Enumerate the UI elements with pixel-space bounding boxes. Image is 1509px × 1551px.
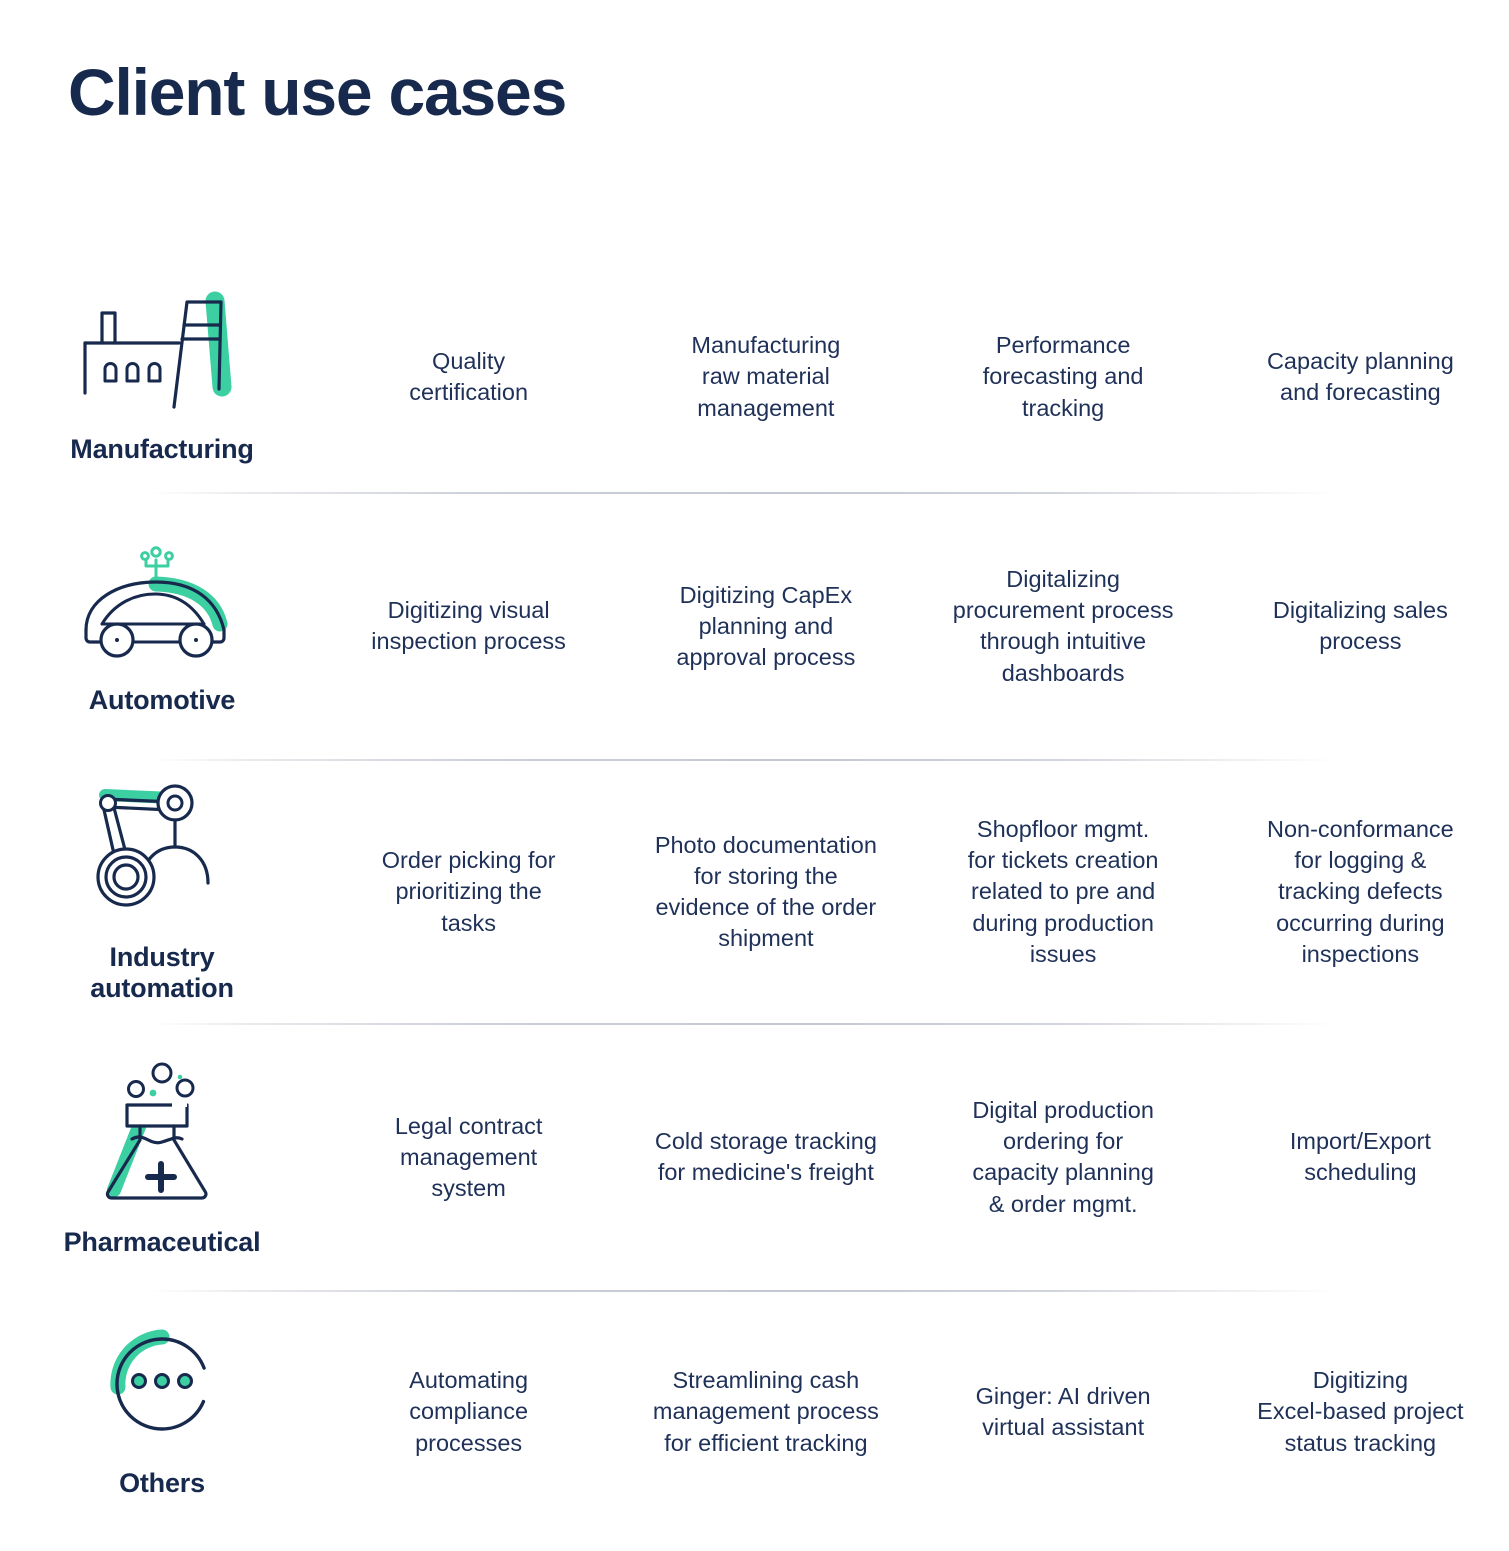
industry-label-manufacturing: Manufacturing: [70, 434, 254, 465]
industry-cell-manufacturing: Manufacturing: [0, 289, 320, 465]
usecase-manufacturing-4: Capacity planning and forecasting: [1266, 347, 1454, 405]
usecase-industry-2: Photo documentation for storing the evid…: [654, 831, 877, 952]
use-case-rows: Manufacturing Quality certification Manu…: [0, 262, 1509, 1532]
robot-arm-icon: [82, 781, 242, 926]
page-title: Client use cases: [68, 55, 567, 129]
connected-car-icon: [74, 538, 250, 669]
flask-icon: [92, 1058, 232, 1211]
usecase-others-3: Ginger: AI driven virtual assistant: [975, 1382, 1151, 1440]
usecase-automotive-4: Digitalizing sales process: [1272, 597, 1448, 655]
industry-cell-pharmaceutical: Pharmaceutical: [0, 1058, 320, 1258]
usecases-industry-automation: Order picking for prioritizing the tasks…: [320, 814, 1509, 970]
industry-cell-automotive: Automotive: [0, 538, 320, 716]
industry-cell-others: Others: [0, 1325, 320, 1499]
row-manufacturing: Manufacturing Quality certification Manu…: [0, 262, 1509, 492]
usecase-manufacturing-2: Manufacturing raw material management: [691, 332, 841, 421]
usecase-others-1: Automating compliance processes: [409, 1367, 529, 1456]
usecase-pharma-1: Legal contract management system: [394, 1112, 543, 1202]
usecases-automotive: Digitizing visual inspection process Dig…: [320, 564, 1509, 689]
factory-icon: [74, 289, 250, 414]
ellipsis-circle-icon: [103, 1325, 221, 1448]
usecase-automotive-3: Digitalizing procurement process through…: [952, 565, 1174, 686]
usecase-automotive-2: Digitizing CapEx planning and approval p…: [676, 581, 856, 671]
client-use-cases-page: Client use cases Manufacturing Quality c…: [0, 0, 1509, 1551]
usecase-industry-1: Order picking for prioritizing the tasks: [381, 847, 556, 936]
row-others: Others Automating compliance processes S…: [0, 1292, 1509, 1532]
usecase-others-2: Streamlining cash management process for…: [652, 1367, 879, 1456]
industry-label-pharmaceutical: Pharmaceutical: [63, 1226, 261, 1257]
usecase-others-4: Digitizing Excel-based project status tr…: [1257, 1367, 1464, 1456]
row-industry-automation: Industry automation Order picking for pr…: [0, 761, 1509, 1023]
usecase-pharma-4: Import/Export scheduling: [1289, 1128, 1431, 1186]
usecases-others: Automating compliance processes Streamli…: [320, 1365, 1509, 1459]
usecase-pharma-2: Cold storage tracking for medicine's fre…: [654, 1128, 877, 1186]
usecase-pharma-3: Digital production ordering for capacity…: [972, 1096, 1154, 1217]
row-automotive: Automotive Digitizing visual inspection …: [0, 494, 1509, 759]
usecase-industry-4: Non-conformance for logging & tracking d…: [1266, 815, 1454, 967]
industry-label-others: Others: [119, 1468, 205, 1499]
usecase-manufacturing-1: Quality certification: [409, 347, 529, 405]
usecase-manufacturing-3: Performance forecasting and tracking: [982, 332, 1144, 421]
industry-label-industry-automation: Industry automation: [90, 941, 234, 1003]
usecase-industry-3: Shopfloor mgmt. for tickets creation rel…: [967, 815, 1159, 967]
industry-cell-industry-automation: Industry automation: [0, 781, 320, 1004]
industry-label-automotive: Automotive: [88, 684, 236, 715]
usecases-pharmaceutical: Legal contract management system Cold st…: [320, 1095, 1509, 1220]
row-pharmaceutical: Pharmaceutical Legal contract management…: [0, 1025, 1509, 1290]
usecases-manufacturing: Quality certification Manufacturing raw …: [320, 330, 1509, 424]
usecase-automotive-1: Digitizing visual inspection process: [371, 597, 566, 655]
